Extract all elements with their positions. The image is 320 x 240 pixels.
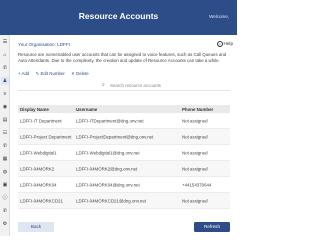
username-cell: LDFFI-ITDepartment@dng.onv.net bbox=[76, 118, 144, 123]
delete-button[interactable]: ✕ Delete bbox=[71, 71, 89, 77]
table-header: Display Name Username Phone Number bbox=[18, 105, 230, 113]
globe-icon[interactable]: ◍ bbox=[1, 168, 9, 176]
help-link[interactable]: ? Help bbox=[216, 41, 233, 47]
resource-accounts-table: Display Name Username Phone Number LDFFI… bbox=[18, 105, 230, 209]
edit-number-button[interactable]: ✎ Edit Number bbox=[36, 71, 65, 77]
phone-icon[interactable]: ✆ bbox=[1, 207, 9, 215]
main-content: Your Organisation: LDFFI ? Help Resource … bbox=[14, 35, 233, 236]
toolbar: + Add ✎ Edit Number ✕ Delete bbox=[18, 71, 230, 79]
table-row[interactable]: LDFFI-Project Department LDFFI-ProjectDe… bbox=[18, 129, 230, 145]
help-icon: ? bbox=[216, 41, 223, 47]
menu-icon[interactable]: ☰ bbox=[1, 38, 9, 46]
search-bar[interactable]: ⌕ Search resource accounts bbox=[18, 81, 230, 91]
username-cell: LDFFI-04MORK2@dng.onv.net bbox=[76, 166, 138, 171]
welcome-text: Welcome, bbox=[209, 14, 229, 19]
document-icon[interactable]: ▤ bbox=[1, 116, 9, 124]
lock-icon[interactable]: ▣ bbox=[1, 181, 9, 189]
display-name-cell: LDFFI-IT Department bbox=[20, 118, 62, 123]
organisation-label: Your Organisation: LDFFI bbox=[18, 42, 70, 47]
username-cell: LDFFI-04MORKCD21@dng.onv.net bbox=[76, 198, 147, 203]
search-input[interactable]: Search resource accounts bbox=[110, 83, 161, 88]
column-header-display-name[interactable]: Display Name bbox=[20, 107, 49, 112]
phone-number-cell: Not assigned bbox=[182, 134, 208, 139]
back-button[interactable]: Back bbox=[18, 222, 54, 232]
table-row[interactable]: LDFFI-04MORK04 LDFFI-04MORK04@dng.onv.ne… bbox=[18, 177, 230, 193]
display-name-cell: LDFFI-Webdigital1 bbox=[20, 150, 57, 155]
app-header: Resource Accounts Welcome, bbox=[0, 0, 237, 35]
display-name-cell: LDFFI-04MORK04 bbox=[20, 182, 57, 187]
phone-number-cell: Not assigned bbox=[182, 166, 208, 171]
auto-attendant-icon[interactable]: ◉ bbox=[1, 103, 9, 111]
username-cell: LDFFI-04MORK04@dng.onv.net bbox=[76, 182, 140, 187]
help-label: Help bbox=[223, 41, 233, 47]
display-name-cell: LDFFI-Project Department bbox=[20, 134, 72, 139]
call-queue-icon[interactable]: ≡ bbox=[1, 90, 9, 98]
phone-icon[interactable]: ✆ bbox=[1, 142, 9, 150]
username-cell: LDFFI-Webdigital1@dng.onv.net bbox=[76, 150, 140, 155]
refresh-button[interactable]: Refresh bbox=[194, 222, 230, 232]
table-row[interactable]: LDFFI-IT Department LDFFI-ITDepartment@d… bbox=[18, 113, 230, 129]
phone-number-cell: Not assigned bbox=[182, 198, 208, 203]
sidebar: ☰ ⌂ ✆ ♟ ≡ ◉ ▤ ☷ ✆ ▦ ◍ ▣ ⓘ ✆ ⚙ bbox=[0, 35, 10, 236]
username-cell: LDFFI-ProjectDepartment@dng.onv.net bbox=[76, 134, 154, 139]
grid-icon[interactable]: ▦ bbox=[1, 155, 9, 163]
table-row[interactable]: LDFFI-04MORK2 LDFFI-04MORK2@dng.onv.net … bbox=[18, 161, 230, 177]
home-icon[interactable]: ⌂ bbox=[1, 51, 9, 59]
phone-number-cell: +44154370644 bbox=[182, 182, 212, 187]
list-icon[interactable]: ☷ bbox=[1, 129, 9, 137]
page-title: Resource Accounts bbox=[78, 11, 159, 21]
table-row[interactable]: LDFFI-04MORKCD21 LDFFI-04MORKCD21@dng.on… bbox=[18, 193, 230, 209]
phone-number-cell: Not assigned bbox=[182, 118, 208, 123]
display-name-cell: LDFFI-04MORKCD21 bbox=[20, 198, 63, 203]
table-row[interactable]: LDFFI-Webdigital1 LDFFI-Webdigital1@dng.… bbox=[18, 145, 230, 161]
add-button[interactable]: + Add bbox=[18, 71, 29, 76]
column-header-phone-number[interactable]: Phone Number bbox=[182, 107, 213, 112]
phone-icon[interactable]: ✆ bbox=[1, 64, 9, 72]
user-icon[interactable]: ♟ bbox=[1, 77, 9, 85]
settings-icon[interactable]: ⚙ bbox=[1, 220, 9, 228]
page-description: Resource are nonnenabled user accounts t… bbox=[18, 52, 227, 63]
display-name-cell: LDFFI-04MORK2 bbox=[20, 166, 55, 171]
info-icon[interactable]: ⓘ bbox=[1, 194, 9, 202]
search-icon: ⌕ bbox=[102, 82, 105, 88]
phone-number-cell: Not assigned bbox=[182, 150, 208, 155]
column-header-username[interactable]: Username bbox=[76, 107, 97, 112]
